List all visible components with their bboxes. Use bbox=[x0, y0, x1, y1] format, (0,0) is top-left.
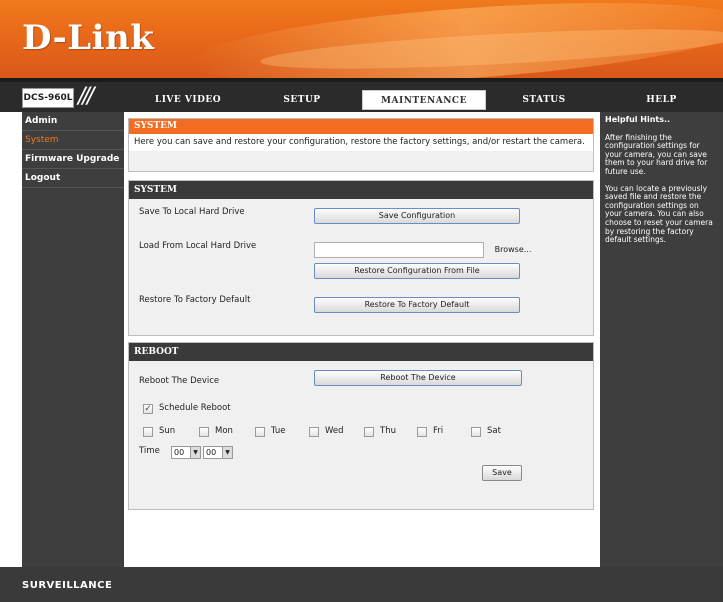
section-title: SYSTEM bbox=[129, 119, 593, 134]
tab-setup[interactable]: SETUP bbox=[248, 90, 356, 110]
day-label-thu: Thu bbox=[380, 426, 396, 436]
day-checkbox-tue[interactable] bbox=[255, 427, 265, 437]
minute-select[interactable]: 00 ▼ bbox=[203, 446, 233, 459]
reboot-panel: REBOOT Reboot The Device Reboot The Devi… bbox=[128, 342, 594, 510]
top-nav: DCS-960L /// LIVE VIDEO SETUP MAINTENANC… bbox=[0, 78, 723, 112]
chevron-down-icon: ▼ bbox=[190, 447, 200, 458]
day-checkbox-sun[interactable] bbox=[143, 427, 153, 437]
surveillance-label: SURVEILLANCE bbox=[22, 580, 113, 591]
time-label: Time bbox=[139, 446, 160, 456]
factory-default-label: Restore To Factory Default bbox=[139, 295, 251, 305]
day-label-mon: Mon bbox=[215, 426, 233, 436]
minute-value: 00 bbox=[206, 448, 217, 457]
tab-live-video[interactable]: LIVE VIDEO bbox=[128, 90, 248, 110]
day-checkbox-sat[interactable] bbox=[471, 427, 481, 437]
day-checkbox-mon[interactable] bbox=[199, 427, 209, 437]
day-label-sat: Sat bbox=[487, 426, 501, 436]
dlink-logo: D-Link bbox=[22, 18, 155, 58]
day-label-sun: Sun bbox=[159, 426, 176, 436]
reboot-device-label: Reboot The Device bbox=[139, 376, 220, 386]
save-local-label: Save To Local Hard Drive bbox=[139, 207, 245, 217]
restore-factory-default-button[interactable]: Restore To Factory Default bbox=[314, 297, 520, 313]
section-title: REBOOT bbox=[129, 343, 593, 361]
schedule-reboot-checkbox[interactable]: ✓ bbox=[143, 404, 153, 414]
hour-value: 00 bbox=[174, 448, 185, 457]
sidebar-item-admin[interactable]: Admin bbox=[22, 112, 124, 131]
day-checkbox-fri[interactable] bbox=[417, 427, 427, 437]
save-button[interactable]: Save bbox=[482, 465, 522, 481]
tab-status[interactable]: STATUS bbox=[490, 90, 598, 110]
system-panel: SYSTEM Save To Local Hard Drive Save Con… bbox=[128, 180, 594, 336]
hint-paragraph: You can locate a previously saved file a… bbox=[605, 183, 713, 245]
day-checkbox-thu[interactable] bbox=[364, 427, 374, 437]
chevron-down-icon: ▼ bbox=[222, 447, 232, 458]
sidebar-item-logout[interactable]: Logout bbox=[22, 169, 124, 188]
sidebar-item-system[interactable]: System bbox=[22, 131, 124, 150]
sidebar-item-firmware-upgrade[interactable]: Firmware Upgrade bbox=[22, 150, 124, 169]
hint-paragraph: After finishing the configuration settin… bbox=[605, 132, 708, 176]
sidebar: Admin System Firmware Upgrade Logout bbox=[22, 112, 124, 567]
day-label-tue: Tue bbox=[271, 426, 286, 436]
config-file-input[interactable] bbox=[314, 242, 484, 258]
hour-select[interactable]: 00 ▼ bbox=[171, 446, 201, 459]
model-slashes: /// bbox=[78, 84, 94, 109]
load-local-label: Load From Local Hard Drive bbox=[139, 241, 257, 251]
tab-help[interactable]: HELP bbox=[600, 90, 723, 110]
main-content: SYSTEM Here you can save and restore you… bbox=[124, 112, 600, 567]
hints-title: Helpful Hints.. bbox=[605, 115, 671, 124]
save-configuration-button[interactable]: Save Configuration bbox=[314, 208, 520, 224]
tab-maintenance[interactable]: MAINTENANCE bbox=[362, 90, 486, 110]
left-gutter bbox=[0, 112, 22, 567]
model-badge: DCS-960L bbox=[22, 88, 74, 108]
reboot-device-button[interactable]: Reboot The Device bbox=[314, 370, 522, 386]
schedule-reboot-label: Schedule Reboot bbox=[159, 403, 231, 413]
day-label-wed: Wed bbox=[325, 426, 344, 436]
intro-text: Here you can save and restore your confi… bbox=[129, 134, 593, 151]
section-title: SYSTEM bbox=[129, 181, 593, 199]
header-banner: D-Link bbox=[0, 0, 723, 78]
footer: SURVEILLANCE bbox=[0, 567, 723, 602]
system-intro-panel: SYSTEM Here you can save and restore you… bbox=[128, 118, 594, 172]
day-checkbox-wed[interactable] bbox=[309, 427, 319, 437]
browse-button[interactable]: Browse... bbox=[486, 242, 540, 258]
helpful-hints: Helpful Hints.. After finishing the conf… bbox=[600, 112, 723, 567]
day-label-fri: Fri bbox=[433, 426, 444, 436]
restore-config-file-button[interactable]: Restore Configuration From File bbox=[314, 263, 520, 279]
